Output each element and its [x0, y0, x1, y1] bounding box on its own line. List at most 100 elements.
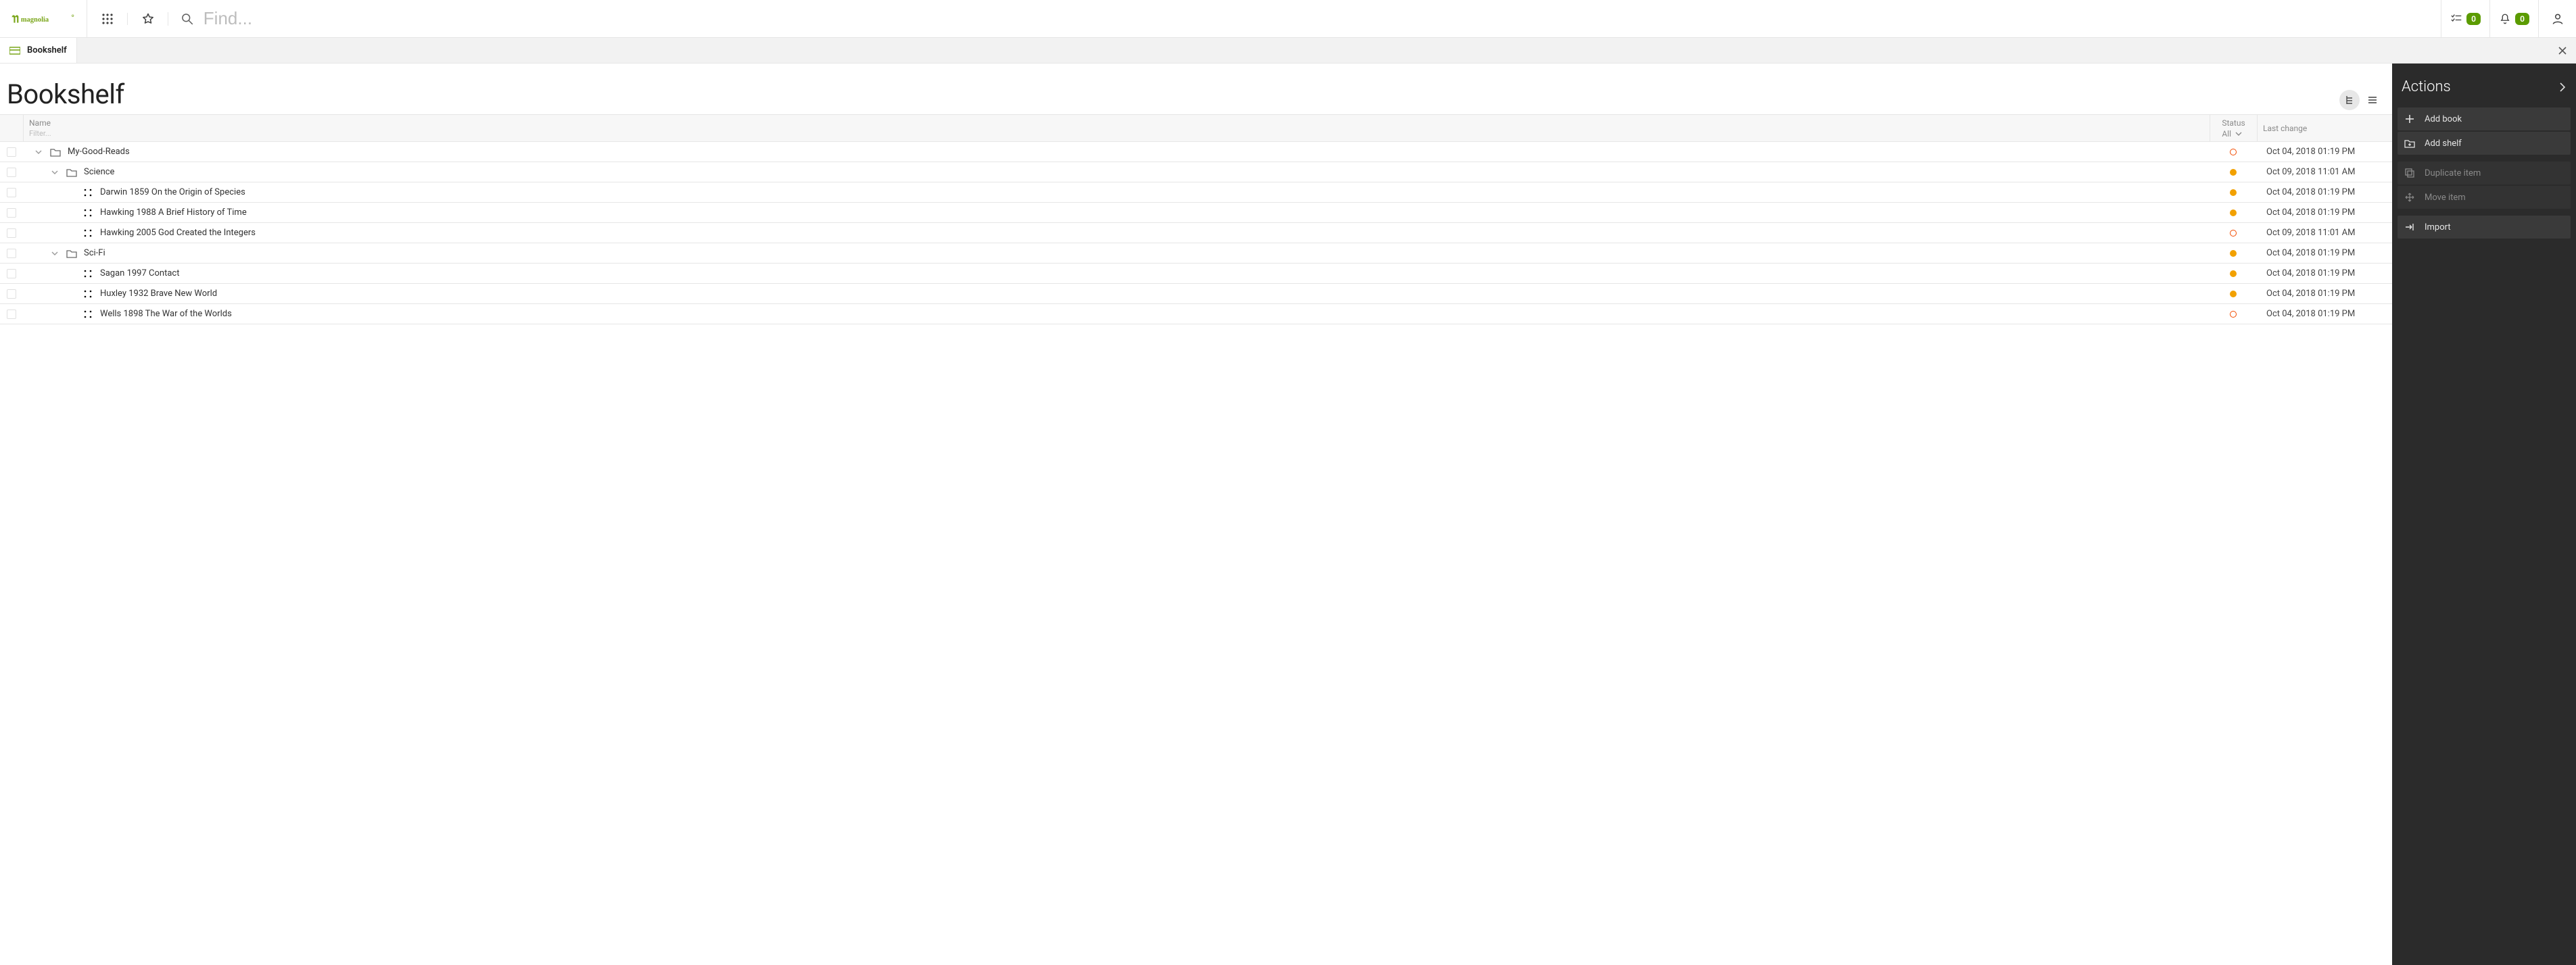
folder-icon: [66, 249, 77, 258]
row-name-label: Hawking 1988 A Brief History of Time: [100, 207, 247, 218]
row-name-cell[interactable]: Darwin 1859 On the Origin of Species: [23, 182, 2210, 202]
row-status: [2210, 304, 2257, 324]
header-left: magnolia: [0, 0, 168, 37]
checkbox-icon[interactable]: [7, 249, 16, 258]
search-icon: [181, 12, 194, 26]
expander-toggle[interactable]: [50, 170, 59, 174]
action-add-shelf[interactable]: Add shelf: [2398, 132, 2571, 155]
table-row[interactable]: Darwin 1859 On the Origin of SpeciesOct …: [0, 182, 2392, 203]
duplicate-icon: [2404, 168, 2415, 178]
action-duplicate: Duplicate item: [2398, 162, 2571, 184]
row-status: [2210, 182, 2257, 202]
actions-header[interactable]: Actions: [2398, 69, 2571, 107]
row-select[interactable]: [0, 162, 23, 182]
checkbox-icon[interactable]: [7, 228, 16, 238]
row-name-label: Huxley 1932 Brave New World: [100, 289, 217, 299]
row-status: [2210, 243, 2257, 263]
plus-icon: [2404, 114, 2415, 124]
row-name-cell[interactable]: Hawking 2005 God Created the Integers: [23, 223, 2210, 243]
magnolia-logo-icon: magnolia: [11, 11, 76, 26]
row-name-label: Darwin 1859 On the Origin of Species: [100, 187, 245, 197]
notifications-button[interactable]: 0: [2489, 0, 2538, 37]
bell-icon: [2499, 13, 2511, 25]
content-icon: [82, 289, 93, 299]
row-name-label: My-Good-Reads: [68, 147, 130, 157]
row-name-cell[interactable]: Wells 1898 The War of the Worlds: [23, 304, 2210, 324]
expander-toggle[interactable]: [50, 251, 59, 255]
th-status[interactable]: Status All: [2210, 115, 2257, 141]
row-name-label: Wells 1898 The War of the Worlds: [100, 309, 232, 319]
th-last-change[interactable]: Last change: [2257, 115, 2392, 141]
checkbox-icon[interactable]: [7, 269, 16, 278]
table-row[interactable]: Hawking 2005 God Created the IntegersOct…: [0, 223, 2392, 243]
checkbox-icon[interactable]: [7, 310, 16, 319]
table-row[interactable]: My-Good-ReadsOct 04, 2018 01:19 PM: [0, 142, 2392, 162]
action-add-book[interactable]: Add book: [2398, 107, 2571, 130]
view-toggles: [2339, 90, 2383, 110]
table-row[interactable]: Hawking 1988 A Brief History of Time Oct …: [0, 203, 2392, 223]
search-input[interactable]: [204, 8, 2429, 29]
th-name-label: Name: [29, 118, 2204, 128]
row-status: [2210, 162, 2257, 182]
row-select[interactable]: [0, 142, 23, 162]
table-row[interactable]: ScienceOct 09, 2018 11:01 AM: [0, 162, 2392, 182]
row-name-cell[interactable]: Hawking 1988 A Brief History of Time: [23, 203, 2210, 222]
row-name-cell[interactable]: My-Good-Reads: [23, 142, 2210, 162]
row-name-cell[interactable]: Science: [23, 162, 2210, 182]
chevron-right-icon: [2560, 82, 2565, 92]
th-name-filter[interactable]: Filter...: [29, 129, 2204, 138]
th-status-filter[interactable]: All: [2222, 129, 2231, 139]
action-move: Move item: [2398, 186, 2571, 209]
row-name-label: Hawking 2005 God Created the Integers: [100, 228, 256, 238]
action-label: Move item: [2425, 193, 2466, 203]
table-row[interactable]: Sci-FiOct 04, 2018 01:19 PM: [0, 243, 2392, 264]
list-view-icon: [2367, 95, 2378, 105]
status-indicator-icon: [2230, 250, 2237, 257]
tree-view-toggle[interactable]: [2339, 90, 2360, 110]
row-select[interactable]: [0, 243, 23, 263]
checkbox-icon[interactable]: [7, 188, 16, 197]
action-label: Add book: [2425, 114, 2462, 124]
app-tab-bookshelf[interactable]: Bookshelf: [0, 38, 77, 63]
page-title: Bookshelf: [7, 78, 124, 110]
action-import[interactable]: Import: [2398, 216, 2571, 239]
list-view-toggle[interactable]: [2362, 90, 2383, 110]
checkbox-icon[interactable]: [7, 289, 16, 299]
row-select[interactable]: [0, 264, 23, 283]
row-select[interactable]: [0, 304, 23, 324]
row-last-change: Oct 04, 2018 01:19 PM: [2257, 203, 2392, 222]
profile-button[interactable]: [2538, 0, 2576, 37]
app-launcher-button[interactable]: [87, 13, 128, 25]
row-name-cell[interactable]: Sagan 1997 Contact: [23, 264, 2210, 283]
row-select[interactable]: [0, 284, 23, 303]
status-indicator-icon: [2230, 209, 2237, 216]
th-name[interactable]: Name Filter...: [23, 115, 2210, 141]
content-icon: [82, 310, 93, 319]
star-icon: [141, 12, 155, 26]
app-header: magnolia: [0, 0, 2576, 38]
favorites-button[interactable]: [128, 12, 168, 26]
row-name-cell[interactable]: Sci-Fi: [23, 243, 2210, 263]
checkbox-icon[interactable]: [7, 147, 16, 157]
user-icon: [2551, 12, 2565, 26]
row-name-cell[interactable]: Huxley 1932 Brave New World: [23, 284, 2210, 303]
expander-toggle[interactable]: [34, 150, 43, 154]
th-select: [0, 115, 23, 141]
row-name-label: Sagan 1997 Contact: [100, 268, 179, 278]
checkbox-icon[interactable]: [7, 168, 16, 177]
row-name-label: Science: [84, 167, 114, 177]
close-tab-button[interactable]: [2549, 38, 2576, 63]
status-indicator-icon: [2230, 270, 2237, 277]
row-select[interactable]: [0, 182, 23, 202]
table-row[interactable]: Huxley 1932 Brave New WorldOct 04, 2018 …: [0, 284, 2392, 304]
tasks-button[interactable]: 0: [2441, 0, 2489, 37]
body: Bookshelf: [0, 64, 2576, 965]
row-select[interactable]: [0, 223, 23, 243]
table-row[interactable]: Wells 1898 The War of the WorldsOct 04, …: [0, 304, 2392, 324]
checkbox-icon[interactable]: [7, 208, 16, 218]
table-row[interactable]: Sagan 1997 ContactOct 04, 2018 01:19 PM: [0, 264, 2392, 284]
row-select[interactable]: [0, 203, 23, 222]
folder-icon: [66, 168, 77, 177]
tree-view-icon: [2344, 95, 2355, 105]
brand-logo[interactable]: magnolia: [0, 0, 87, 37]
